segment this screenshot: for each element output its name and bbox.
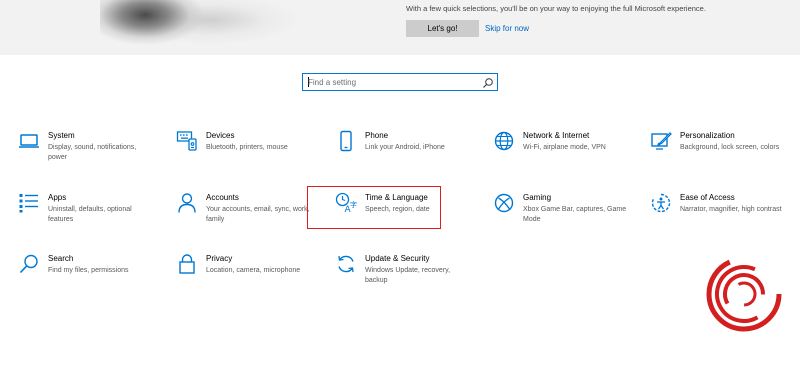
laptop-icon bbox=[18, 130, 40, 152]
tile-title: Accounts bbox=[206, 193, 239, 202]
highlight-box bbox=[307, 186, 441, 229]
tile-description: Narrator, magnifier, high contrast bbox=[680, 206, 782, 213]
tile-title: System bbox=[48, 131, 75, 140]
tile-search[interactable]: Search Find my files, permissions bbox=[18, 253, 166, 301]
paintbrush-icon bbox=[650, 130, 672, 152]
banner-text: With a few quick selections, you'll be o… bbox=[406, 4, 706, 13]
person-icon bbox=[176, 192, 198, 214]
tile-title: Gaming bbox=[523, 193, 552, 202]
skip-for-now-link[interactable]: Skip for now bbox=[485, 20, 529, 37]
tile-title: Privacy bbox=[206, 254, 233, 263]
ease-of-access-icon bbox=[650, 192, 672, 214]
tile-title: Network & Internet bbox=[523, 131, 590, 140]
tile-title: Search bbox=[48, 254, 74, 263]
tile-devices[interactable]: Devices Bluetooth, printers, mouse bbox=[176, 130, 324, 178]
search-icon bbox=[18, 253, 40, 275]
tile-update-security[interactable]: Update & Security Windows Update, recove… bbox=[335, 253, 483, 301]
tile-phone[interactable]: Phone Link your Android, iPhone bbox=[335, 130, 483, 178]
banner-image bbox=[100, 0, 300, 45]
tile-gaming[interactable]: Gaming Xbox Game Bar, captures, Game Mod… bbox=[493, 192, 641, 240]
search-input[interactable] bbox=[308, 74, 478, 90]
apps-list-icon bbox=[18, 192, 40, 214]
search-box[interactable] bbox=[302, 73, 498, 91]
settings-page: With a few quick selections, you'll be o… bbox=[0, 0, 800, 368]
tile-apps[interactable]: Apps Uninstall, defaults, optional featu… bbox=[18, 192, 166, 240]
tile-description: Bluetooth, printers, mouse bbox=[206, 144, 288, 151]
tile-description: Xbox Game Bar, captures, Game Mode bbox=[523, 206, 627, 223]
tile-privacy[interactable]: Privacy Location, camera, microphone bbox=[176, 253, 324, 301]
search-icon[interactable] bbox=[482, 76, 494, 88]
refresh-icon bbox=[335, 253, 357, 275]
tile-title: Phone bbox=[365, 131, 389, 140]
tile-title: Apps bbox=[48, 193, 67, 202]
tile-description: Display, sound, notifications, power bbox=[48, 144, 137, 161]
tile-accounts[interactable]: Accounts Your accounts, email, sync, wor… bbox=[176, 192, 324, 240]
tile-network[interactable]: Network & Internet Wi-Fi, airplane mode,… bbox=[493, 130, 641, 178]
tile-title: Personalization bbox=[680, 131, 735, 140]
tile-description: Wi-Fi, airplane mode, VPN bbox=[523, 144, 606, 151]
keyboard-icon bbox=[176, 130, 198, 152]
tile-description: Uninstall, defaults, optional features bbox=[48, 206, 132, 223]
tile-title: Update & Security bbox=[365, 254, 430, 263]
lock-icon bbox=[176, 253, 198, 275]
tile-ease-of-access[interactable]: Ease of Access Narrator, magnifier, high… bbox=[650, 192, 798, 240]
tile-description: Location, camera, microphone bbox=[206, 267, 301, 274]
tile-description: Find my files, permissions bbox=[48, 267, 129, 274]
watermark-logo bbox=[706, 256, 782, 332]
tile-title: Ease of Access bbox=[680, 193, 735, 202]
tile-description: Background, lock screen, colors bbox=[680, 144, 780, 151]
lets-go-button[interactable]: Let's go! bbox=[406, 20, 479, 37]
welcome-banner: With a few quick selections, you'll be o… bbox=[0, 0, 800, 55]
tile-personalization[interactable]: Personalization Background, lock screen,… bbox=[650, 130, 798, 178]
xbox-icon bbox=[493, 192, 515, 214]
globe-icon bbox=[493, 130, 515, 152]
tile-title: Devices bbox=[206, 131, 235, 140]
tile-description: Link your Android, iPhone bbox=[365, 144, 445, 151]
tile-system[interactable]: System Display, sound, notifications, po… bbox=[18, 130, 166, 178]
tile-description: Your accounts, email, sync, work, family bbox=[206, 206, 310, 223]
tile-description: Windows Update, recovery, backup bbox=[365, 267, 451, 284]
phone-icon bbox=[335, 130, 357, 152]
